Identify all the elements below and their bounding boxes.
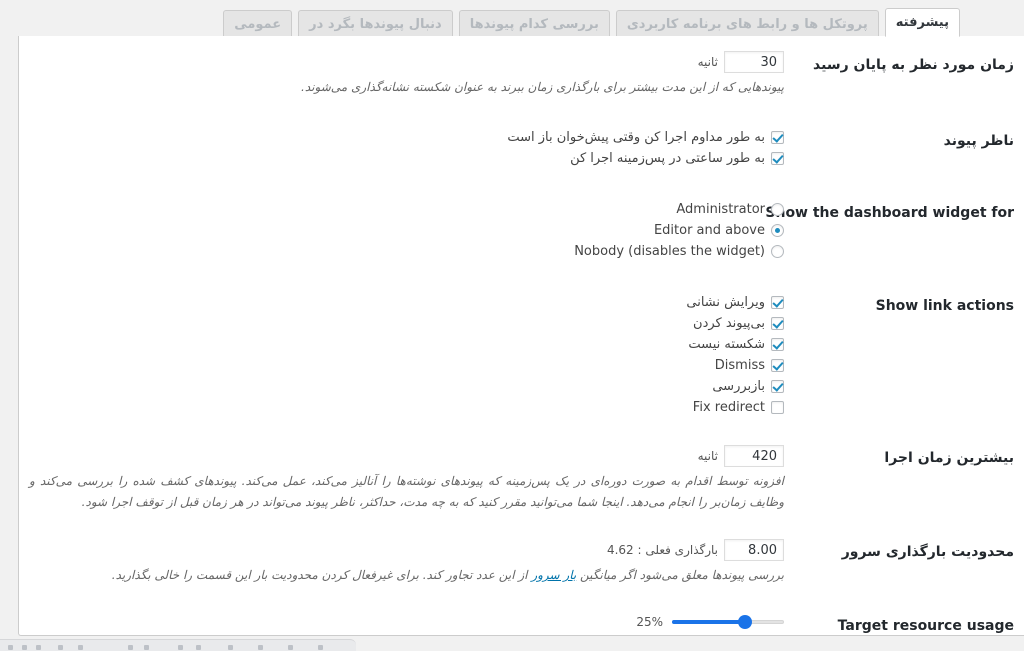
label-target-resource-usage: Target resource usage: [837, 617, 1014, 634]
link-monitor-option[interactable]: به طور ساعتی در پس‌زمینه اجرا کن: [29, 148, 784, 169]
checkbox-dismiss-icon[interactable]: [771, 359, 784, 373]
label-dashboard-widget: Show the dashboard widget for: [765, 205, 1014, 222]
timeout-unit-label: ثانیه: [697, 55, 718, 69]
server-load-limit-description: بررسی پیوندها معلق می‌شود اگر میانگین با…: [29, 565, 784, 585]
link-monitor-option-label: به طور مداوم اجرا کن وقتی پیش‌خوان باز ا…: [507, 130, 765, 146]
label-timeout: زمان مورد نظر به پایان رسید: [813, 57, 1014, 73]
max-execution-time-description: افزونه توسط اقدام به صورت دوره‌ای در یک …: [29, 474, 784, 509]
link-actions-option-label: شکسته نیست: [688, 337, 765, 353]
server-load-description-before: بررسی پیوندها معلق می‌شود اگر میانگین: [576, 568, 784, 583]
timeout-input[interactable]: [724, 51, 784, 73]
settings-form-table: زمان مورد نظر به پایان رسید ثانیه پیونده…: [19, 36, 1024, 635]
checkbox-not-broken-icon[interactable]: [771, 338, 784, 352]
checkbox-edit-url-icon[interactable]: [771, 296, 784, 310]
taskbar-item[interactable]: [78, 645, 83, 650]
taskbar-item[interactable]: [178, 645, 183, 650]
radio-nobody-icon[interactable]: [771, 245, 784, 259]
taskbar-item[interactable]: [288, 645, 293, 650]
checkbox-run-hourly-icon[interactable]: [771, 152, 784, 166]
checkbox-recheck-icon[interactable]: [771, 380, 784, 394]
settings-panel: زمان مورد نظر به پایان رسید ثانیه پیونده…: [18, 36, 1024, 636]
link-monitor-option-label: به طور ساعتی در پس‌زمینه اجرا کن: [570, 151, 765, 167]
link-actions-option[interactable]: ویرایش نشانی: [29, 292, 784, 313]
server-load-limit-input[interactable]: [724, 539, 784, 562]
server-load-description-after: از این عدد تجاور کند. برای غیرفعال کردن …: [111, 568, 532, 583]
tab-protocols-and-apis[interactable]: پروتکل ها و رابط های برنامه کاربردی: [615, 10, 879, 37]
taskbar-item[interactable]: [22, 645, 27, 650]
link-monitor-option[interactable]: به طور مداوم اجرا کن وقتی پیش‌خوان باز ا…: [29, 127, 784, 148]
taskbar-item[interactable]: [228, 645, 233, 650]
taskbar-item[interactable]: [144, 645, 149, 650]
label-link-actions: Show link actions: [875, 298, 1014, 315]
dashboard-widget-options: Administrator Editor and above Nobody (d…: [29, 199, 784, 262]
link-actions-option[interactable]: Fix redirect: [29, 397, 784, 418]
dashboard-widget-option-label: Administrator: [676, 202, 765, 218]
row-target-resource-usage: Target resource usage 25%: [19, 601, 1024, 635]
row-link-monitor: ناظر پیوند به طور مداوم اجرا کن وقتی پیش…: [19, 112, 1024, 184]
checkbox-unlink-icon[interactable]: [771, 317, 784, 331]
row-dashboard-widget: Show the dashboard widget for Administra…: [19, 184, 1024, 277]
checkbox-fix-redirect-icon[interactable]: [771, 401, 784, 415]
tab-which-links-to-check[interactable]: بررسی کدام پیوندها: [458, 10, 610, 37]
server-load-link[interactable]: بار سرور: [531, 568, 576, 582]
label-max-execution-time: بیشترین زمان اجرا: [884, 450, 1014, 467]
link-monitor-options: به طور مداوم اجرا کن وقتی پیش‌خوان باز ا…: [29, 127, 784, 169]
target-resource-usage-value: 25%: [636, 614, 663, 629]
max-execution-time-unit-label: ثانیه: [697, 449, 718, 464]
row-timeout: زمان مورد نظر به پایان رسید ثانیه پیونده…: [19, 36, 1024, 112]
max-execution-time-field-line: ثانیه: [29, 445, 784, 468]
slider-fill: [672, 619, 745, 624]
link-actions-options: ویرایش نشانی بی‌پیوند کردن شکسته نیست Di…: [29, 292, 784, 418]
dashboard-widget-option-label: Editor and above: [653, 223, 765, 239]
current-server-load-label: بارگذاری فعلی : 4.62: [606, 543, 718, 558]
os-taskbar[interactable]: [0, 639, 356, 651]
dashboard-widget-option[interactable]: Nobody (disables the widget): [29, 241, 784, 262]
dashboard-widget-option-label: Nobody (disables the widget): [574, 244, 765, 260]
dashboard-widget-option[interactable]: Administrator: [29, 199, 784, 220]
label-link-monitor: ناظر پیوند: [943, 133, 1014, 150]
settings-tab-strip: پیشرفته پروتکل ها و رابط های برنامه کارب…: [0, 0, 1024, 37]
link-actions-option-label: ویرایش نشانی: [686, 295, 765, 311]
target-resource-usage-slider-wrap: 25%: [29, 613, 784, 631]
row-server-load-limit: محدودیت بارگذاری سرور بارگذاری فعلی : 4.…: [19, 527, 1024, 600]
radio-editor-and-above-icon[interactable]: [771, 224, 784, 238]
link-actions-option-label: بی‌پیوند کردن: [693, 316, 765, 332]
timeout-description: پیوندهایی که از این مدت بیشتر برای بارگذ…: [301, 80, 784, 94]
dashboard-widget-option[interactable]: Editor and above: [29, 220, 784, 241]
max-execution-time-input[interactable]: [724, 445, 784, 468]
row-max-execution-time: بیشترین زمان اجرا ثانیه افزونه توسط اقدا…: [19, 433, 1024, 527]
checkbox-run-continuously-icon[interactable]: [771, 131, 784, 145]
timeout-field-line: ثانیه: [29, 51, 784, 73]
tab-look-for-links-in[interactable]: دنبال پیوندها بگرد در: [298, 10, 453, 37]
target-resource-usage-slider[interactable]: [672, 614, 784, 629]
link-actions-option-label: بازبررسی: [712, 379, 765, 395]
tab-advanced[interactable]: پیشرفته: [884, 8, 960, 37]
taskbar-item[interactable]: [318, 645, 323, 650]
link-actions-option[interactable]: شکسته نیست: [29, 334, 784, 355]
taskbar-item[interactable]: [58, 645, 63, 650]
link-actions-option[interactable]: Dismiss: [29, 355, 784, 376]
taskbar-item[interactable]: [8, 645, 13, 650]
row-link-actions: Show link actions ویرایش نشانی بی‌پیوند …: [19, 277, 1024, 433]
server-load-limit-field-line: بارگذاری فعلی : 4.62: [29, 539, 784, 562]
tab-general[interactable]: عمومی: [223, 10, 293, 37]
link-actions-option[interactable]: بازبررسی: [29, 376, 784, 397]
slider-thumb[interactable]: [737, 614, 752, 629]
taskbar-item[interactable]: [196, 645, 201, 650]
link-actions-option-label: Fix redirect: [692, 400, 765, 416]
taskbar-item[interactable]: [128, 645, 133, 650]
label-server-load-limit: محدودیت بارگذاری سرور: [841, 544, 1014, 561]
link-actions-option-label: Dismiss: [714, 358, 765, 374]
taskbar-item[interactable]: [258, 645, 263, 650]
taskbar-item[interactable]: [36, 645, 41, 650]
link-actions-option[interactable]: بی‌پیوند کردن: [29, 313, 784, 334]
